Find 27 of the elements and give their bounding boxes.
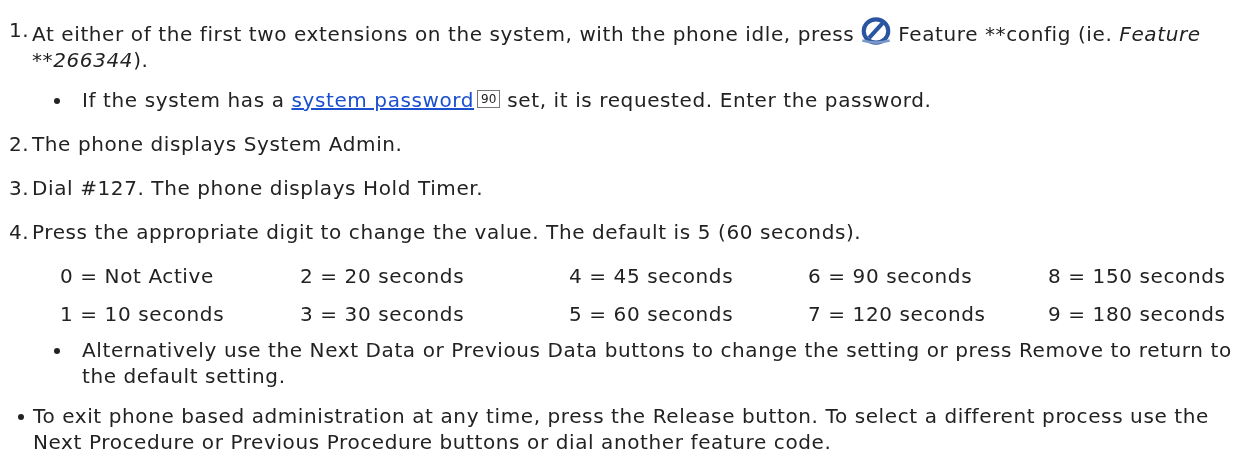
value-option: 4 = 45 seconds [569, 263, 808, 289]
system-password-link[interactable]: system password [291, 88, 475, 112]
step-text: Dial #127. The phone displays Hold Timer. [32, 175, 485, 201]
step-text: At either of the first two extensions on the system, with the phone idle, press Feature **config (ie. Feature **266344). [32, 17, 1251, 73]
value-option: 3 = 30 seconds [300, 301, 569, 327]
value-option: 1 = 10 seconds [60, 301, 300, 327]
step-text: The phone displays System Admin. [32, 131, 404, 157]
value-option: 0 = Not Active [60, 263, 300, 289]
step-text: Press the appropriate digit to change the value. The default is 5 (60 seconds). [32, 219, 863, 245]
feature-button-icon [861, 17, 892, 45]
value-option: 9 = 180 seconds [1048, 301, 1251, 327]
bullet [54, 98, 60, 104]
value-option: 6 = 90 seconds [808, 263, 1048, 289]
bullet [18, 414, 24, 420]
value-option: 7 = 120 seconds [808, 301, 1048, 327]
step-number: 4. [9, 219, 31, 246]
step-number: 2. [9, 131, 31, 157]
bullet [54, 348, 60, 354]
bullet-text: Alternatively use the Next Data or Previous Data buttons to change the setting or press Remove to return to the default setting. [82, 337, 1233, 389]
step-number: 1. [9, 17, 31, 44]
step-number: 3. [9, 175, 31, 201]
bullet-text: If the system has a system password 90 set, it is requested. Enter the password. [82, 87, 932, 113]
value-option: 2 = 20 seconds [300, 263, 569, 289]
page-reference[interactable]: 90 [477, 90, 501, 108]
value-option: 5 = 60 seconds [569, 301, 808, 327]
value-option: 8 = 150 seconds [1048, 263, 1251, 289]
bullet-text: To exit phone based administration at any time, press the Release button. To select a different process use the Next Procedure or Previous Procedure buttons or dial another feature code. [33, 403, 1210, 455]
